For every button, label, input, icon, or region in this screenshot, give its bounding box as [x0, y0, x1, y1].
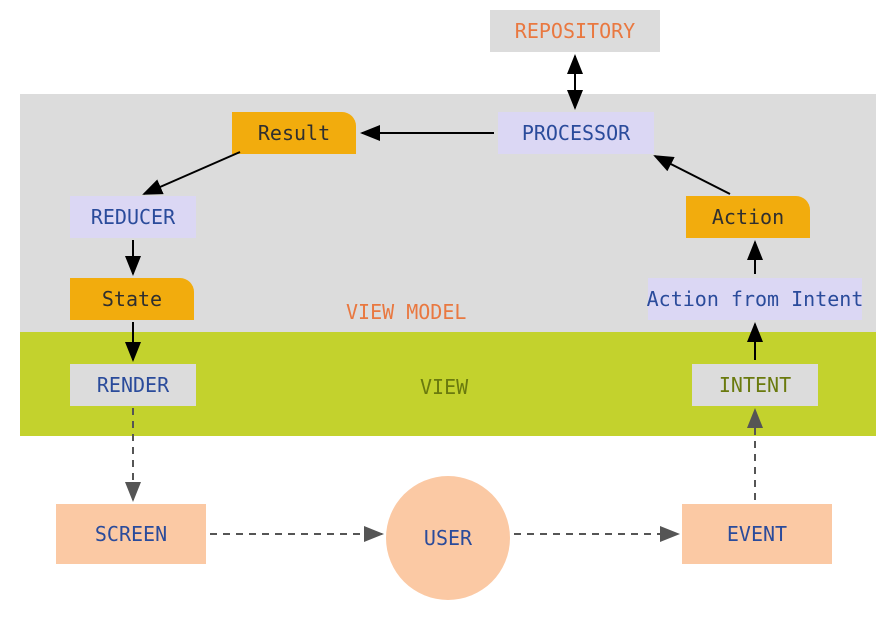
node-action-text: Action: [712, 205, 784, 229]
node-processor-text: PROCESSOR: [522, 121, 630, 145]
node-intent: INTENT: [692, 364, 818, 406]
node-event-text: EVENT: [727, 522, 787, 546]
diagram-canvas: VIEW MODEL VIEW REPOSITORY PROCESSOR Res…: [0, 0, 896, 644]
node-result-text: Result: [258, 121, 330, 145]
node-render: RENDER: [70, 364, 196, 406]
node-action-from-intent: Action from Intent: [648, 278, 862, 320]
node-reducer: REDUCER: [70, 196, 196, 238]
viewmodel-label: VIEW MODEL: [346, 300, 466, 324]
node-action: Action: [686, 196, 810, 238]
node-intent-text: INTENT: [719, 373, 791, 397]
node-repository-text: REPOSITORY: [515, 19, 635, 43]
node-state: State: [70, 278, 194, 320]
node-processor: PROCESSOR: [498, 112, 654, 154]
node-screen: SCREEN: [56, 504, 206, 564]
node-screen-text: SCREEN: [95, 522, 167, 546]
view-label: VIEW: [420, 375, 468, 399]
node-event: EVENT: [682, 504, 832, 564]
node-user: USER: [386, 476, 510, 600]
node-render-text: RENDER: [97, 373, 169, 397]
node-reducer-text: REDUCER: [91, 205, 175, 229]
node-user-text: USER: [424, 526, 472, 550]
node-repository: REPOSITORY: [490, 10, 660, 52]
node-result: Result: [232, 112, 356, 154]
node-action-from-intent-text: Action from Intent: [647, 287, 864, 311]
node-state-text: State: [102, 287, 162, 311]
